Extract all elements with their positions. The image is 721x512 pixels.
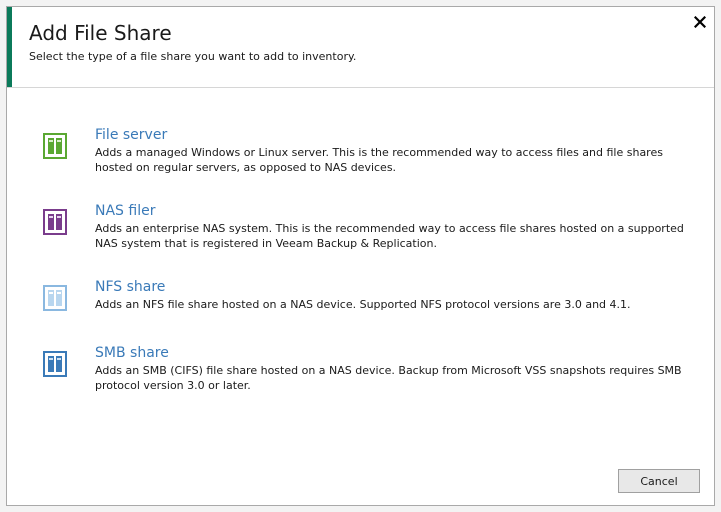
- cancel-button[interactable]: Cancel: [618, 469, 700, 493]
- file-server-icon: [43, 133, 67, 159]
- option-title: NFS share: [95, 279, 166, 295]
- nfs-share-icon: [43, 285, 67, 311]
- nas-filer-icon: [43, 209, 67, 235]
- option-smb-share[interactable]: SMB share Adds an SMB (CIFS) file share …: [37, 345, 697, 392]
- option-description: Adds an enterprise NAS system. This is t…: [95, 222, 684, 250]
- option-title: NAS filer: [95, 203, 156, 219]
- option-nas-filer[interactable]: NAS filer Adds an enterprise NAS system.…: [37, 203, 697, 250]
- header-accent-bar: [7, 7, 12, 87]
- option-file-server[interactable]: File server Adds a managed Windows or Li…: [37, 127, 697, 174]
- dialog-subtitle: Select the type of a file share you want…: [29, 50, 357, 63]
- option-title: File server: [95, 127, 168, 143]
- dialog-header: Add File Share Select the type of a file…: [7, 7, 714, 88]
- option-description: Adds an SMB (CIFS) file share hosted on …: [95, 364, 682, 392]
- option-nfs-share[interactable]: NFS share Adds an NFS file share hosted …: [37, 279, 697, 311]
- option-description: Adds an NFS file share hosted on a NAS d…: [95, 298, 631, 311]
- add-file-share-dialog: Add File Share Select the type of a file…: [6, 6, 715, 506]
- dialog-title: Add File Share: [29, 21, 172, 45]
- close-button[interactable]: [691, 13, 709, 31]
- smb-share-icon: [43, 351, 67, 377]
- option-title: SMB share: [95, 345, 169, 361]
- close-icon: [694, 16, 706, 28]
- option-description: Adds a managed Windows or Linux server. …: [95, 146, 663, 174]
